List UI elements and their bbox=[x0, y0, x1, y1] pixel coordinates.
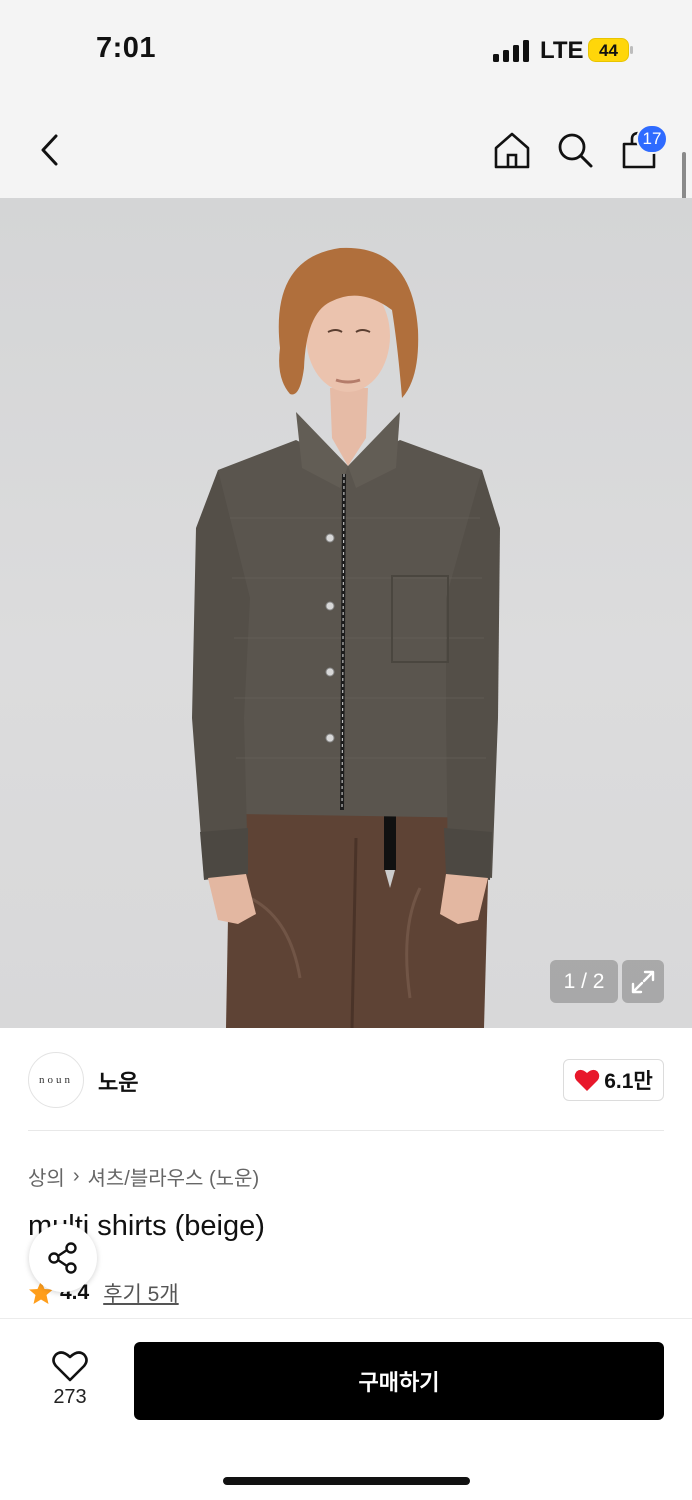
battery-icon: 44 bbox=[588, 38, 633, 62]
breadcrumb-category[interactable]: 상의 bbox=[28, 1162, 65, 1191]
breadcrumb-subcategory[interactable]: 셔츠/블라우스 (노운) bbox=[87, 1162, 259, 1191]
image-page-counter: 1 / 2 bbox=[550, 960, 618, 1003]
chevron-left-icon bbox=[41, 134, 58, 166]
breadcrumb: 상의 › 셔츠/블라우스 (노운) bbox=[28, 1162, 259, 1191]
brand-logo[interactable]: noun bbox=[28, 1052, 84, 1108]
wishlist-count: 273 bbox=[53, 1385, 87, 1408]
breadcrumb-separator: › bbox=[72, 1165, 80, 1187]
brand-like-button[interactable]: 6.1만 bbox=[563, 1059, 664, 1101]
back-button[interactable] bbox=[28, 124, 72, 176]
expand-image-button[interactable] bbox=[622, 960, 664, 1003]
signal-icon bbox=[493, 40, 529, 62]
status-time: 7:01 bbox=[96, 32, 157, 64]
share-icon bbox=[48, 1242, 77, 1274]
cart-count-badge: 17 bbox=[636, 124, 668, 154]
product-photo bbox=[192, 247, 500, 1028]
network-type: LTE bbox=[540, 37, 584, 64]
share-button[interactable] bbox=[29, 1224, 97, 1292]
home-icon bbox=[494, 132, 530, 169]
review-count-link[interactable]: 후기 5개 bbox=[103, 1278, 178, 1308]
product-image[interactable]: › bbox=[0, 198, 692, 1028]
heart-outline-icon bbox=[52, 1350, 88, 1381]
wishlist-button[interactable]: 273 bbox=[34, 1343, 106, 1415]
divider bbox=[28, 1130, 664, 1131]
brand-name[interactable]: 노운 bbox=[98, 1065, 138, 1097]
expand-icon bbox=[631, 970, 655, 993]
brand-row: noun 노운 6.1만 bbox=[0, 1030, 692, 1130]
brand-logo-text: noun bbox=[39, 1074, 73, 1086]
brand-like-count: 6.1만 bbox=[604, 1070, 653, 1093]
heart-filled-icon bbox=[574, 1069, 600, 1091]
home-button[interactable] bbox=[490, 124, 534, 176]
search-icon bbox=[558, 133, 593, 168]
buy-button[interactable]: 구매하기 bbox=[134, 1342, 664, 1420]
status-bar: 7:01 LTE 44 bbox=[0, 0, 692, 100]
home-indicator bbox=[223, 1477, 470, 1485]
bottom-purchase-bar: 273 구매하기 bbox=[0, 1318, 692, 1500]
search-button[interactable] bbox=[553, 124, 597, 176]
battery-level: 44 bbox=[599, 41, 618, 60]
